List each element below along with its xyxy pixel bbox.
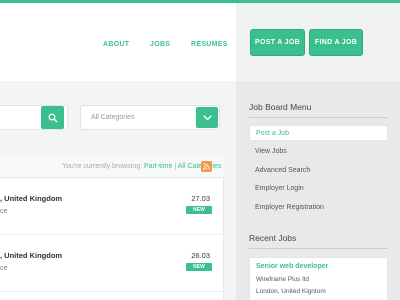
search-icon <box>48 113 58 123</box>
recent-job-location: London, United Kigntom <box>256 288 326 295</box>
browse-type-link[interactable]: Part-time <box>144 163 172 170</box>
browse-info: You're currently browsing: Part-time | A… <box>62 163 221 170</box>
browse-bar: You're currently browsing: Part-time | A… <box>0 156 224 178</box>
category-dropdown-button[interactable] <box>196 107 218 128</box>
browse-separator: | <box>174 163 177 170</box>
browse-category-link[interactable]: All Categories <box>178 163 222 170</box>
category-select[interactable]: All Categories <box>80 105 220 130</box>
nav-resumes-link[interactable]: RESUMES <box>191 41 228 48</box>
new-badge: NEW <box>186 206 212 214</box>
header-actions: POST A JOB FIND A JOB <box>236 3 400 81</box>
job-row[interactable]: , United Kingdom ce 26.03 NEW <box>0 236 224 292</box>
job-date: 26.03 <box>191 251 210 260</box>
job-location: , United Kingdom <box>0 194 63 203</box>
post-job-button[interactable]: POST A JOB <box>250 29 305 56</box>
divider <box>249 117 388 118</box>
header: ABOUT JOBS RESUMES <box>0 3 236 81</box>
rss-icon <box>203 163 210 170</box>
sidebar-item-employer-login[interactable]: Employer Login <box>249 181 388 197</box>
job-type: ce <box>0 265 8 272</box>
job-list: You're currently browsing: Part-time | A… <box>0 156 224 300</box>
find-job-button[interactable]: FIND A JOB <box>309 29 363 56</box>
divider <box>249 248 388 249</box>
job-row[interactable]: , United Kingdom ce 27.03 NEW <box>0 179 224 235</box>
nav-about-link[interactable]: ABOUT <box>103 41 129 48</box>
new-badge: NEW <box>186 263 212 271</box>
job-board-menu-title: Job Board Menu <box>249 102 312 112</box>
sidebar-item-post-a-job[interactable]: Post a Job <box>249 125 388 141</box>
recent-jobs-title: Recent Jobs <box>249 233 297 243</box>
browse-prefix: You're currently browsing: <box>62 163 143 170</box>
nav-jobs-link[interactable]: JOBS <box>150 41 170 48</box>
job-date: 27.03 <box>191 194 210 203</box>
job-location: , United Kingdom <box>0 251 63 260</box>
chevron-down-icon <box>202 114 212 120</box>
recent-job-card[interactable]: Senior web developer Wireframe Plus ltd … <box>249 257 388 300</box>
search-button[interactable] <box>41 106 64 129</box>
sidebar: Job Board Menu Post a Job View Jobs Adva… <box>236 81 400 300</box>
sidebar-item-view-jobs[interactable]: View Jobs <box>249 144 388 160</box>
sidebar-item-employer-registration[interactable]: Employer Registration <box>249 200 388 216</box>
rss-button[interactable] <box>201 161 212 172</box>
category-select-value: All Categories <box>91 114 135 121</box>
recent-job-title[interactable]: Senior web developer <box>256 263 328 270</box>
job-type: ce <box>0 208 8 215</box>
main-content: All Categories You're currently browsing… <box>0 81 236 300</box>
recent-job-company: Wireframe Plus ltd <box>256 276 310 283</box>
sidebar-item-advanced-search[interactable]: Advanced Search <box>249 163 388 179</box>
